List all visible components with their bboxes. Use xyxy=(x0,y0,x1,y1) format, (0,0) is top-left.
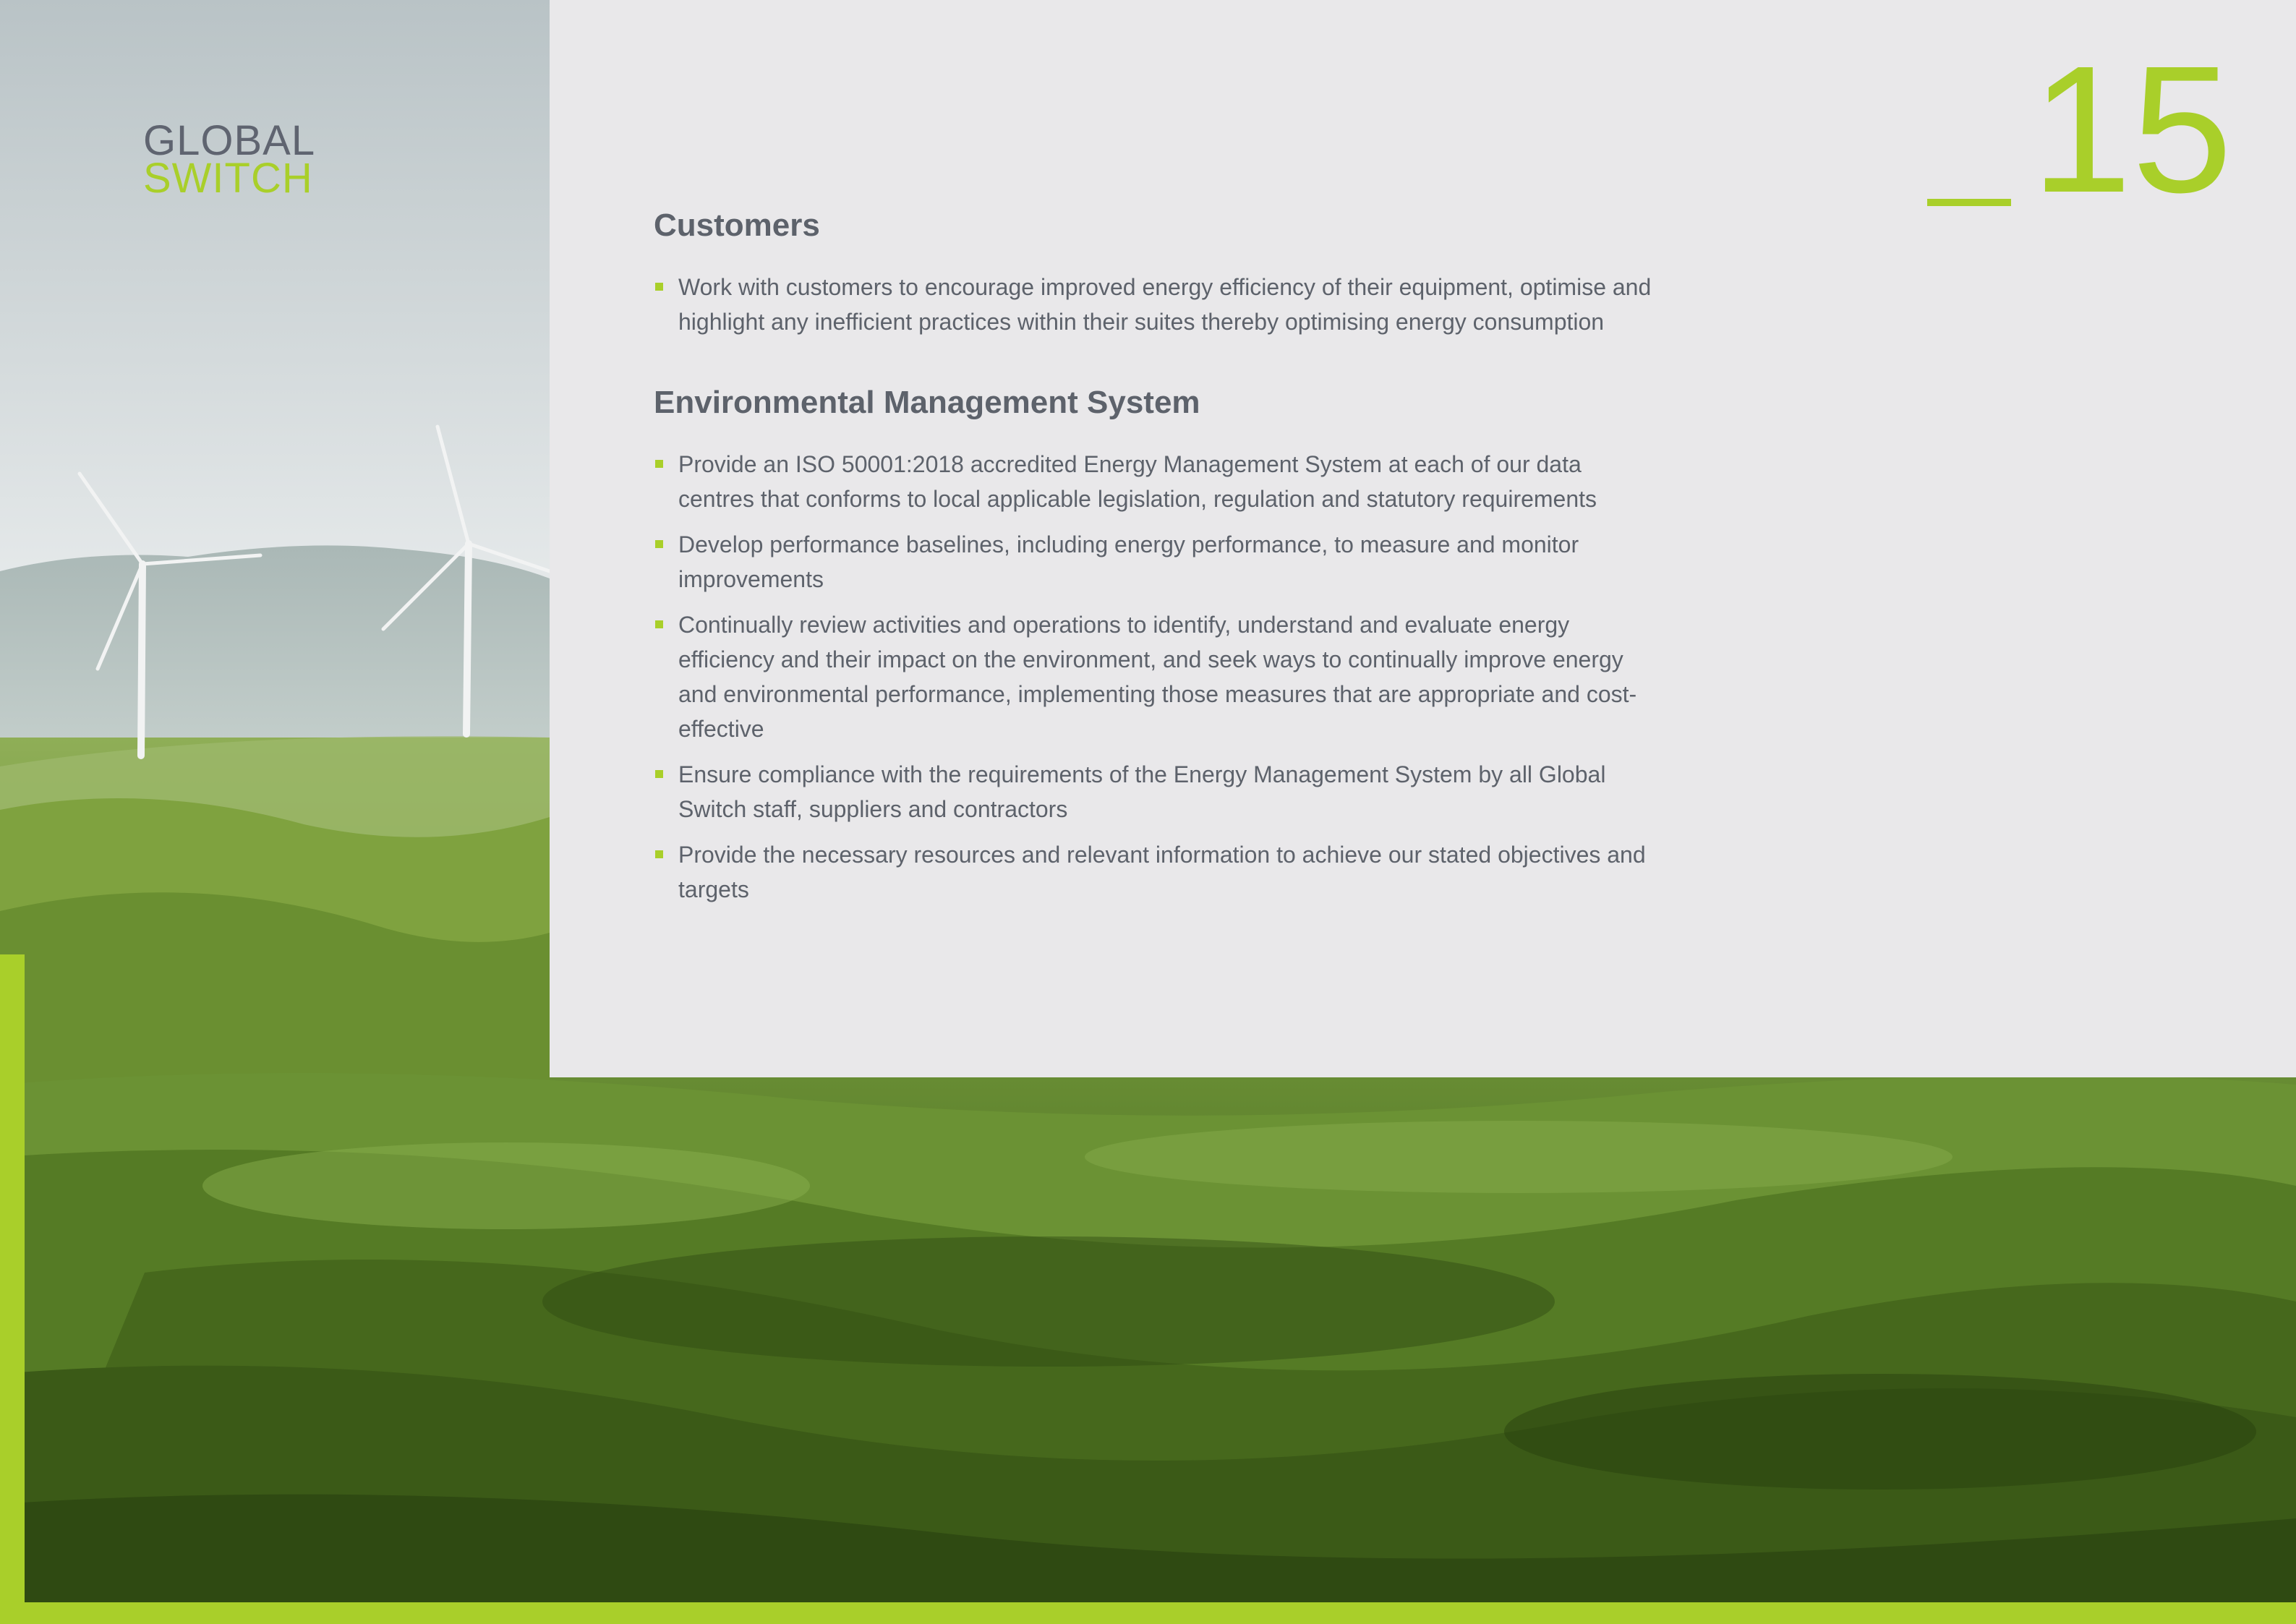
bullet-square-icon xyxy=(655,539,663,548)
list-item: Continually review activities and operat… xyxy=(654,607,1652,746)
section-title-customers: Customers xyxy=(654,208,820,243)
bullet-square-icon xyxy=(655,850,663,858)
page-number: 15 xyxy=(1926,39,2232,220)
content-panel: 15 Customers Work with customers to enco… xyxy=(550,0,2296,1077)
global-switch-logo: GLOBAL SWITCH xyxy=(143,120,315,200)
bullet-square-icon xyxy=(655,620,663,628)
list-item-text: Provide the necessary resources and rele… xyxy=(678,841,1646,902)
list-item: Work with customers to encourage improve… xyxy=(654,270,1652,339)
list-item: Provide the necessary resources and rele… xyxy=(654,837,1652,907)
content-body: Customers Work with customers to encoura… xyxy=(654,207,1652,952)
list-item: Provide an ISO 50001:2018 accredited Ene… xyxy=(654,447,1652,516)
accent-bar-bottom xyxy=(0,1602,2296,1624)
page: GLOBAL SWITCH 15 Customers Work with cus… xyxy=(0,0,2296,1624)
customers-list: Work with customers to encourage improve… xyxy=(654,270,1652,339)
bullet-square-icon xyxy=(655,769,663,778)
list-item: Develop performance baselines, including… xyxy=(654,527,1652,597)
list-item: Ensure compliance with the requirements … xyxy=(654,757,1652,826)
page-number-value: 15 xyxy=(2031,28,2232,230)
list-item-text: Work with customers to encourage improve… xyxy=(678,273,1652,335)
bullet-square-icon xyxy=(655,282,663,291)
bullet-square-icon xyxy=(655,459,663,468)
list-item-text: Develop performance baselines, including… xyxy=(678,531,1579,592)
list-item-text: Ensure compliance with the requirements … xyxy=(678,761,1606,822)
logo-line-2: SWITCH xyxy=(143,155,313,202)
ems-list: Provide an ISO 50001:2018 accredited Ene… xyxy=(654,447,1652,907)
page-number-underscore xyxy=(1926,199,2011,206)
list-item-text: Provide an ISO 50001:2018 accredited Ene… xyxy=(678,450,1597,512)
accent-bar-left xyxy=(0,954,25,1624)
list-item-text: Continually review activities and operat… xyxy=(678,611,1637,742)
section-title-ems: Environmental Management System xyxy=(654,384,1200,420)
